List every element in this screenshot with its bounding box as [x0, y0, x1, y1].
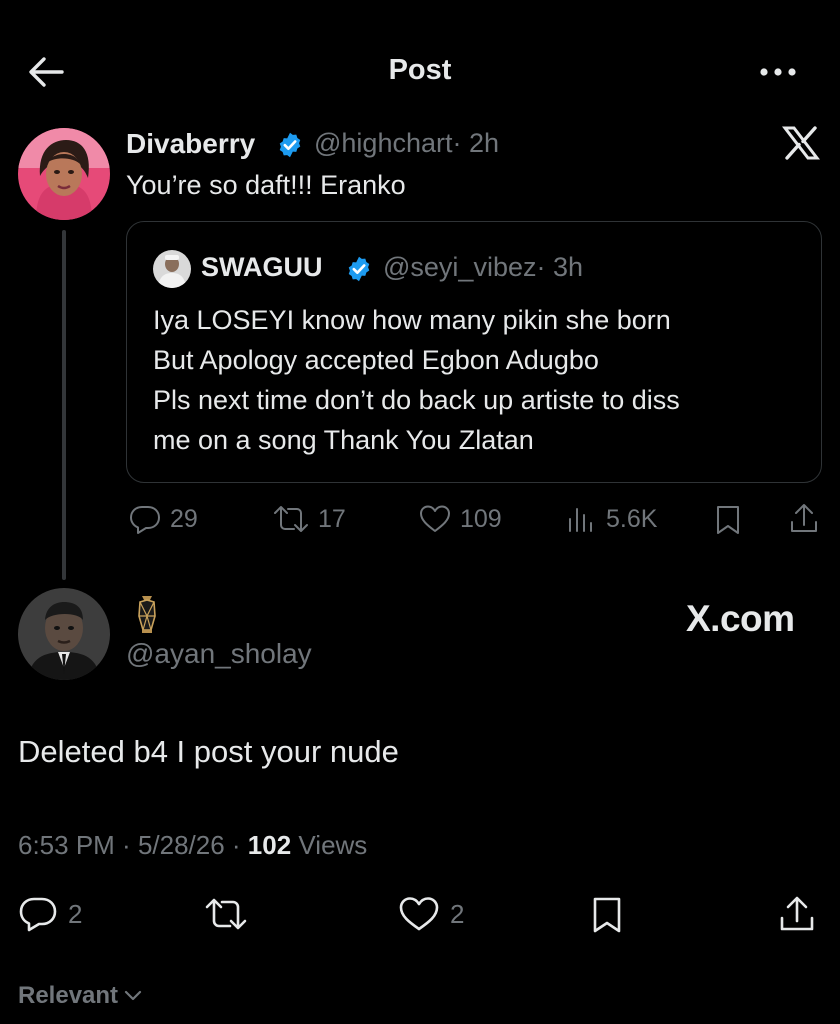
quoted-line: Pls next time don’t do back up artiste t…	[153, 385, 680, 415]
bookmark-button[interactable]	[714, 504, 742, 536]
share-button[interactable]	[788, 502, 820, 536]
views-count: 102	[247, 830, 292, 860]
reply-count: 2	[68, 898, 83, 929]
heart-icon	[420, 505, 450, 532]
urn-icon	[136, 594, 158, 634]
avatar[interactable]	[18, 588, 110, 680]
more-options-button[interactable]	[758, 58, 798, 86]
quoted-time: · 3h	[536, 252, 584, 282]
sort-label: Relevant	[18, 982, 119, 1009]
quoted-avatar	[153, 250, 191, 288]
avatar[interactable]	[18, 128, 110, 220]
like-button[interactable]: 109	[418, 502, 502, 536]
quoted-handle-text: @seyi_vibez	[383, 252, 537, 282]
repost-icon	[205, 898, 247, 930]
x-logo-icon	[782, 126, 820, 160]
like-count: 109	[460, 504, 502, 533]
post-text: You’re so daft!!! Eranko	[126, 170, 406, 200]
verified-badge-icon	[345, 255, 373, 283]
like-count: 2	[450, 898, 465, 929]
meta-separator: ·	[114, 830, 138, 860]
bookmark-icon	[593, 897, 621, 933]
reply-button[interactable]: 29	[128, 502, 198, 536]
reply-icon	[19, 897, 57, 932]
quoted-author-handle: @seyi_vibez· 3h	[383, 252, 583, 283]
author-handle[interactable]: @highchart· 2h	[314, 128, 499, 159]
share-icon	[780, 896, 814, 931]
views-button[interactable]: 5.6K	[566, 502, 657, 536]
xcom-watermark: X.com	[686, 598, 795, 639]
like-button[interactable]: 2	[398, 894, 464, 934]
repost-button[interactable]: 17	[272, 502, 346, 536]
thread-line	[62, 230, 66, 580]
meta-separator: ·	[224, 830, 248, 860]
chevron-down-icon	[124, 990, 142, 1001]
repost-icon	[274, 506, 308, 532]
bookmark-icon	[717, 506, 739, 534]
views-chart-icon	[569, 508, 592, 532]
share-button[interactable]	[778, 894, 816, 934]
views-label: Views	[298, 830, 368, 860]
repost-count: 17	[318, 504, 346, 533]
post-text: Deleted b4 I post your nude	[18, 734, 399, 769]
post-time: 6:53 PM	[18, 830, 115, 860]
views-count: 5.6K	[606, 504, 658, 533]
author-handle[interactable]: @ayan_sholay	[126, 638, 312, 670]
bookmark-button[interactable]	[590, 896, 624, 934]
author-name[interactable]: Divaberry	[126, 128, 255, 160]
heart-icon	[399, 897, 439, 931]
handle-text: @highchart	[314, 128, 453, 158]
quoted-author-name: SWAGUU	[201, 252, 323, 282]
verified-badge-icon	[276, 131, 304, 159]
reply-icon	[130, 506, 160, 534]
reply-count: 29	[170, 504, 198, 533]
quoted-text: Iya LOSEYI know how many pikin she born …	[153, 300, 680, 460]
quoted-line: But Apology accepted Egbon Adugbo	[153, 345, 599, 375]
quoted-post[interactable]: SWAGUU @seyi_vibez· 3h Iya LOSEYI know h…	[126, 221, 822, 483]
more-horizontal-icon	[760, 68, 796, 76]
post-date: 5/28/26	[137, 830, 225, 860]
share-icon	[791, 504, 817, 532]
post-time: · 2h	[452, 128, 500, 158]
post-meta: 6:53 PM · 5/28/26 · 102 Views	[18, 830, 367, 861]
reply-button[interactable]: 2	[18, 894, 82, 934]
sort-replies-dropdown[interactable]: Relevant	[18, 982, 142, 1010]
quoted-line: Iya LOSEYI know how many pikin she born	[153, 305, 671, 335]
page-title: Post	[388, 54, 452, 86]
repost-button[interactable]	[204, 894, 248, 934]
quoted-line: me on a song Thank You Zlatan	[153, 425, 534, 455]
